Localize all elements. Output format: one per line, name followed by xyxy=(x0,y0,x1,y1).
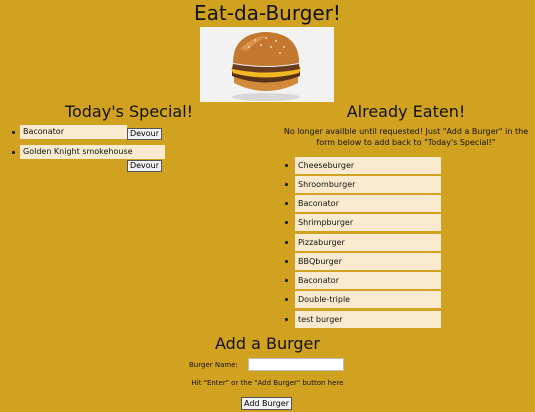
eaten-item: Shroomburger xyxy=(295,176,441,193)
special-heading: Today's Special! xyxy=(64,102,194,121)
burger-name-label: Burger Name: xyxy=(189,361,238,369)
list-bullet xyxy=(285,164,288,167)
burger-name-input[interactable] xyxy=(248,358,344,371)
eaten-item: Shrimpburger xyxy=(295,214,441,231)
devour-button[interactable]: Devour xyxy=(127,160,162,172)
devour-button[interactable]: Devour xyxy=(127,128,162,140)
list-bullet xyxy=(285,298,288,301)
list-bullet xyxy=(285,202,288,205)
burger-photo xyxy=(200,27,334,102)
list-bullet xyxy=(285,279,288,282)
eaten-item: Cheeseburger xyxy=(295,157,441,174)
list-bullet xyxy=(12,131,15,134)
eaten-note: No longer availble until requested! Just… xyxy=(283,127,529,147)
add-burger-button[interactable]: Add Burger xyxy=(241,397,292,410)
eaten-item: BBQburger xyxy=(295,253,441,270)
form-hint: Hit "Enter" or the "Add Burger" button h… xyxy=(191,379,344,387)
eaten-item: test burger xyxy=(295,311,441,328)
eaten-item: Baconator xyxy=(295,195,441,212)
eaten-item: Baconator xyxy=(295,272,441,289)
add-burger-heading: Add a Burger xyxy=(215,334,320,353)
list-bullet xyxy=(285,241,288,244)
page-title: Eat-da-Burger! xyxy=(194,1,341,25)
list-bullet xyxy=(285,183,288,186)
special-item-name: Baconator xyxy=(20,125,127,139)
eaten-item: Pizzaburger xyxy=(295,234,441,251)
eaten-item: Double-triple xyxy=(295,291,441,308)
list-bullet xyxy=(285,260,288,263)
list-bullet xyxy=(12,151,15,154)
list-bullet xyxy=(285,221,288,224)
list-bullet xyxy=(285,318,288,321)
special-item-name: Golden Knight smokehouse xyxy=(20,145,165,159)
eaten-heading: Already Eaten! xyxy=(346,102,466,121)
